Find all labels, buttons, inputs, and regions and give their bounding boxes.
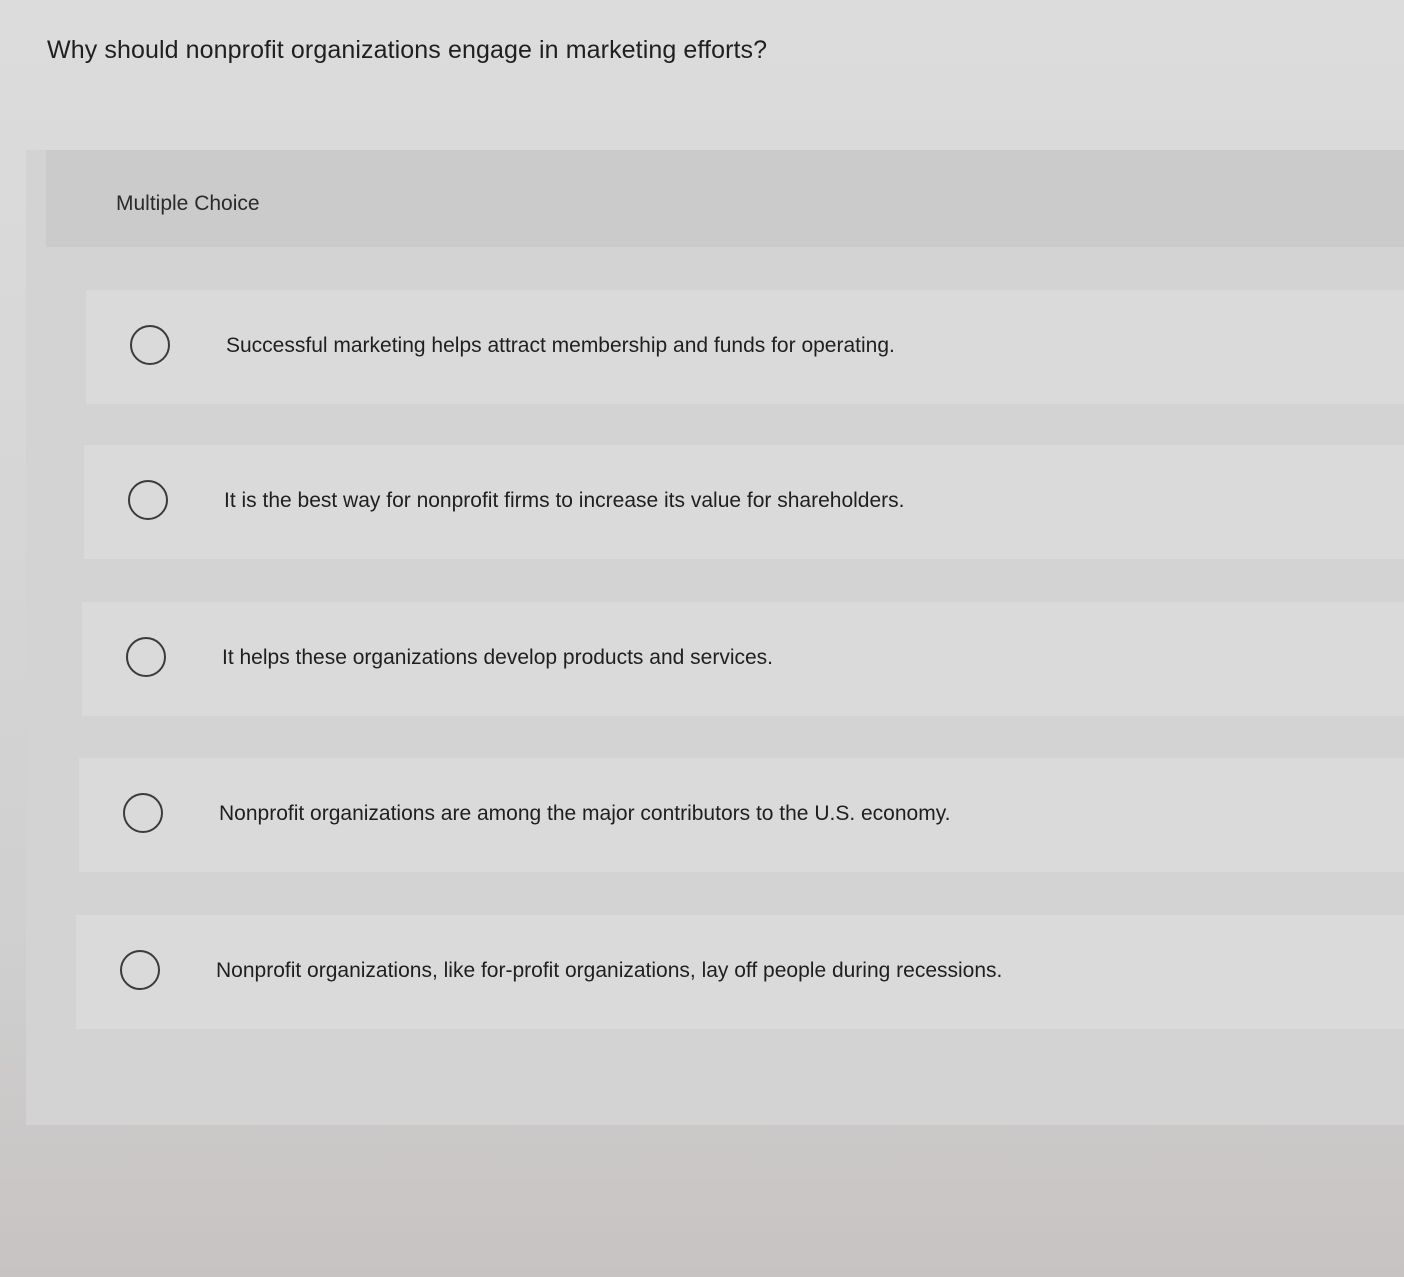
radio-button-icon[interactable] [123, 793, 163, 833]
answer-option-1[interactable]: Successful marketing helps attract membe… [86, 290, 1404, 404]
answer-option-4[interactable]: Nonprofit organizations are among the ma… [79, 758, 1404, 872]
answer-option-2[interactable]: It is the best way for nonprofit firms t… [84, 445, 1404, 559]
radio-button-icon[interactable] [128, 480, 168, 520]
question-text: Why should nonprofit organizations engag… [47, 36, 768, 64]
radio-button-icon[interactable] [120, 950, 160, 990]
radio-button-icon[interactable] [126, 637, 166, 677]
quiz-page: Why should nonprofit organizations engag… [0, 0, 1404, 1277]
multiple-choice-panel: Multiple Choice Successful marketing hel… [26, 150, 1404, 1125]
answer-option-label: Nonprofit organizations are among the ma… [219, 802, 951, 825]
answer-option-label: It helps these organizations develop pro… [222, 646, 773, 669]
answer-option-3[interactable]: It helps these organizations develop pro… [82, 602, 1404, 716]
answer-option-label: It is the best way for nonprofit firms t… [224, 489, 905, 512]
answer-option-label: Successful marketing helps attract membe… [226, 334, 895, 357]
panel-header: Multiple Choice [46, 150, 1404, 247]
answer-option-label: Nonprofit organizations, like for-profit… [216, 959, 1003, 982]
answer-option-5[interactable]: Nonprofit organizations, like for-profit… [76, 915, 1404, 1029]
radio-button-icon[interactable] [130, 325, 170, 365]
question-type-label: Multiple Choice [116, 192, 260, 215]
